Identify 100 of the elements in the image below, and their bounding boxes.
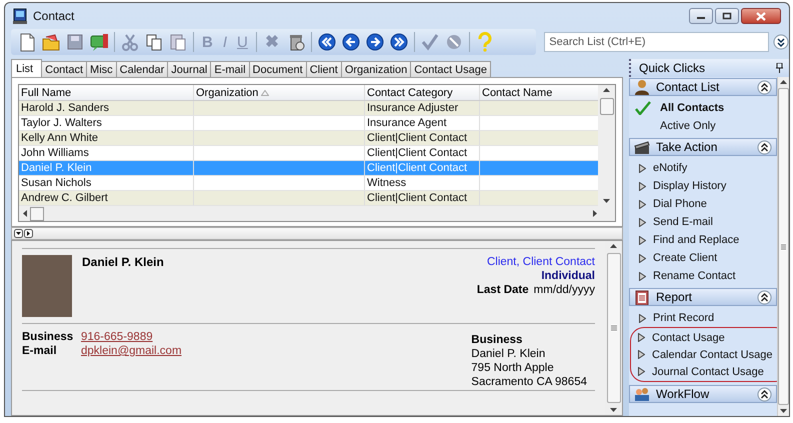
maximize-button[interactable] [715, 8, 739, 24]
clapperboard-icon [634, 139, 650, 155]
email-link[interactable]: dpklein@gmail.com [81, 344, 472, 358]
double-chevron-icon [773, 34, 789, 50]
section-title: Report [656, 290, 694, 304]
quick-click-item[interactable]: Print Record [629, 309, 777, 327]
column-header[interactable]: Contact Name [480, 85, 598, 100]
scroll-thumb[interactable] [600, 98, 614, 115]
toolbar-button[interactable] [41, 32, 61, 52]
checkmark-icon [634, 101, 652, 115]
address-line: Sacramento CA 98654 [471, 375, 587, 389]
collapse-button[interactable] [757, 290, 772, 304]
section-header[interactable]: Contact List [629, 78, 777, 96]
tab[interactable]: Journal [167, 61, 212, 77]
address-label: Business [471, 333, 524, 347]
quick-click-item[interactable]: Find and Replace [629, 231, 777, 249]
toolbar-button[interactable] [89, 32, 109, 52]
vertical-scrollbar[interactable] [605, 241, 622, 415]
scroll-up-icon [780, 80, 787, 84]
folder-icon [41, 32, 61, 52]
checkmark-icon [420, 32, 440, 52]
vertical-scrollbar[interactable] [598, 85, 615, 206]
search-options-button[interactable] [773, 34, 789, 50]
collapse-button[interactable] [757, 140, 772, 154]
scroll-down-icon [603, 199, 610, 203]
column-header[interactable]: Contact Category [364, 85, 480, 100]
person-icon [634, 79, 650, 95]
quick-click-item[interactable]: Display History [629, 177, 777, 195]
section-title: WorkFlow [656, 387, 710, 401]
phone-link[interactable]: 916-665-9889 [81, 330, 472, 344]
tab[interactable]: Organization [340, 61, 412, 77]
contact-type: Individual [541, 269, 595, 283]
email-label: E-mail [22, 344, 58, 358]
minimize-button[interactable] [689, 8, 713, 24]
tab[interactable]: List [11, 59, 42, 77]
maximize-icon [722, 12, 732, 20]
tab[interactable]: Contact Usage [410, 61, 491, 77]
quick-click-item[interactable]: Dial Phone [629, 195, 777, 213]
quick-click-item[interactable]: Rename Contact [629, 267, 777, 285]
toolbar-button[interactable] [388, 32, 409, 52]
quick-click-item[interactable]: Send E-mail [629, 213, 777, 231]
collapse-button[interactable] [757, 386, 772, 402]
section-header[interactable]: WorkFlow [629, 385, 777, 403]
contact-category: Client, Client Contact [486, 255, 595, 269]
section-header[interactable]: Report [629, 288, 777, 306]
table-row[interactable]: Kelly Ann White Client|Client Contact [19, 130, 598, 146]
toolbar-button[interactable] [316, 32, 337, 52]
quick-click-item[interactable]: Contact Usage [631, 329, 731, 346]
tab[interactable]: Client [306, 61, 342, 77]
last-date-label: Last Date [476, 283, 529, 297]
toolbar-button[interactable] [144, 32, 164, 52]
table-cell: Insurance Adjuster [364, 100, 480, 116]
table-row[interactable]: Andrew C. Gilbert Client|Client Contact [19, 190, 598, 206]
copy-icon [144, 32, 164, 52]
table-cell: Harold J. Sanders [19, 100, 194, 116]
table-cell: Andrew C. Gilbert [19, 190, 194, 206]
scroll-down-icon [780, 409, 787, 413]
table-cell: Daniel P. Klein [19, 160, 194, 176]
quick-click-item[interactable]: Create Client [629, 249, 777, 267]
column-header[interactable]: Organization [194, 85, 364, 100]
next-record-icon [364, 32, 385, 52]
address-line: 795 North Apple [471, 361, 555, 375]
play-arrow-icon [639, 314, 646, 322]
tab[interactable]: Calendar [116, 61, 168, 77]
quick-click-item[interactable]: Calendar Contact Usage [631, 346, 778, 363]
section-title: Contact List [656, 80, 720, 94]
section-header[interactable]: Take Action [629, 138, 777, 156]
scroll-right-icon [593, 210, 597, 217]
toolbar-button[interactable] [364, 32, 385, 52]
tab[interactable]: E-mail [210, 61, 250, 77]
collapse-down-icon[interactable] [14, 229, 23, 238]
search-field[interactable]: Search List (Ctrl+E) [544, 32, 769, 52]
window-title: Contact [33, 9, 76, 23]
quick-click-item[interactable]: Active Only [629, 117, 777, 135]
pin-icon[interactable] [776, 63, 783, 73]
tab[interactable]: Contact [41, 61, 88, 77]
collapse-button[interactable] [757, 80, 772, 94]
grip-icon [781, 244, 786, 250]
scroll-thumb[interactable] [606, 253, 620, 403]
scroll-thumb[interactable] [30, 206, 44, 220]
previous-record-icon [340, 32, 361, 52]
grip-icon [610, 325, 616, 331]
app-icon [13, 8, 27, 24]
scroll-up-icon [610, 244, 617, 248]
quick-click-item[interactable]: Journal Contact Usage [631, 363, 770, 380]
tab[interactable]: Misc [86, 61, 117, 77]
double-chevron-up-icon [757, 80, 772, 94]
column-header[interactable]: Full Name [19, 85, 194, 100]
table-row[interactable]: Harold J. Sanders Insurance Adjuster [19, 100, 598, 116]
tab[interactable]: Document [248, 61, 307, 77]
double-chevron-up-icon [757, 290, 772, 304]
phone-label: Business [22, 330, 74, 344]
scissors-icon [120, 32, 140, 52]
toolbar-button[interactable] [340, 32, 361, 52]
double-chevron-up-icon [757, 386, 772, 402]
close-button[interactable] [741, 8, 781, 24]
expand-right-icon[interactable] [24, 229, 33, 238]
quick-click-item[interactable]: All Contacts [629, 99, 777, 117]
quick-click-item[interactable]: eNotify [629, 159, 777, 177]
horizontal-scrollbar[interactable] [19, 206, 615, 221]
